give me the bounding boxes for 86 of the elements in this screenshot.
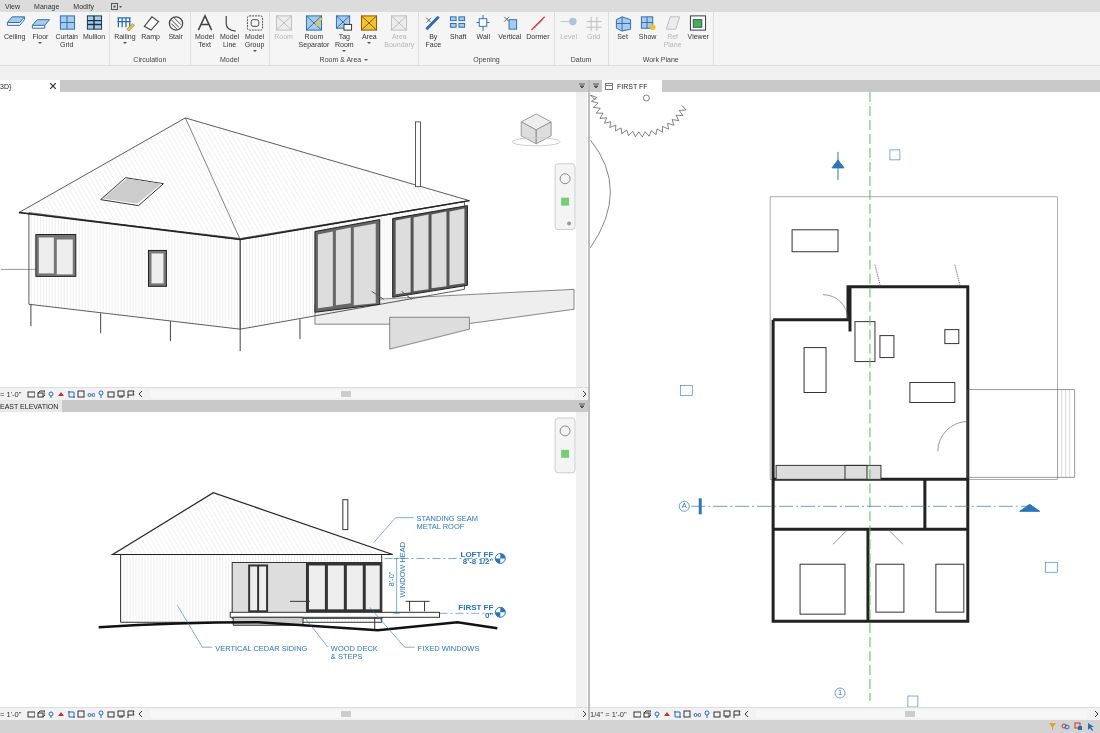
vertical-scrollbar[interactable] bbox=[576, 92, 587, 387]
screen-icon[interactable] bbox=[722, 710, 731, 718]
cross-box-icon bbox=[303, 14, 324, 32]
circle-mark bbox=[643, 94, 650, 102]
leader-line bbox=[373, 517, 414, 543]
dimension-line bbox=[393, 558, 400, 614]
close-icon bbox=[50, 83, 56, 89]
leader-line bbox=[177, 605, 213, 648]
crop-region-icon[interactable] bbox=[77, 390, 86, 398]
crop-icon[interactable] bbox=[672, 710, 681, 718]
vertical-scrollbar[interactable] bbox=[576, 412, 587, 707]
frame-icon[interactable] bbox=[632, 710, 641, 718]
leader-line bbox=[305, 619, 329, 648]
link-icon[interactable] bbox=[1061, 722, 1070, 731]
camera-icon[interactable] bbox=[712, 710, 721, 718]
area-icon bbox=[359, 14, 380, 32]
crop-region-icon[interactable] bbox=[77, 710, 86, 718]
view-cube-icon[interactable] bbox=[511, 113, 561, 147]
pin-icon[interactable] bbox=[97, 390, 106, 398]
grid-lines-icon bbox=[583, 14, 604, 32]
level-name: FIRST FF bbox=[458, 603, 494, 613]
panel-menu-icon[interactable] bbox=[579, 83, 585, 89]
glasses-icon[interactable] bbox=[692, 710, 701, 718]
level-elevation: 8'-8 1/2" bbox=[462, 557, 494, 567]
horizontal-scrollbar[interactable] bbox=[150, 710, 575, 718]
cross-box-icon bbox=[273, 14, 294, 32]
horizontal-scrollbar[interactable] bbox=[150, 390, 575, 398]
view-icon bbox=[605, 82, 613, 90]
cube-icon[interactable] bbox=[37, 390, 46, 398]
crop-region-icon[interactable] bbox=[682, 710, 691, 718]
pin-icon[interactable] bbox=[97, 710, 106, 718]
chevron-right-icon[interactable] bbox=[580, 710, 588, 718]
leader-line bbox=[369, 607, 415, 648]
grid-icon bbox=[84, 14, 105, 32]
chevron-right-icon[interactable] bbox=[580, 390, 588, 398]
tag-icon bbox=[889, 149, 901, 161]
shadow-icon[interactable] bbox=[57, 710, 66, 718]
level-elevation: 0" bbox=[485, 611, 494, 621]
tag-icon bbox=[1045, 561, 1058, 573]
caret-icon bbox=[252, 50, 257, 52]
caret-icon bbox=[367, 42, 372, 44]
tag-icon bbox=[907, 695, 919, 707]
pointer-icon[interactable] bbox=[1087, 722, 1096, 731]
chevron-right-icon[interactable] bbox=[1092, 710, 1100, 718]
glasses-icon[interactable] bbox=[87, 390, 96, 398]
select-icon[interactable] bbox=[1074, 722, 1083, 731]
panel-menu-icon[interactable] bbox=[593, 83, 599, 89]
railing-icon bbox=[114, 14, 135, 32]
shadow-icon[interactable] bbox=[662, 710, 671, 718]
section-mark-icon bbox=[831, 151, 845, 181]
chevron-left-icon[interactable] bbox=[742, 710, 751, 718]
scroll-thumb[interactable] bbox=[341, 391, 352, 397]
horizontal-scrollbar[interactable] bbox=[755, 710, 1087, 718]
cross-box-icon bbox=[389, 14, 410, 32]
crop-icon[interactable] bbox=[67, 390, 76, 398]
flag-icon[interactable] bbox=[732, 710, 741, 718]
shadow-icon[interactable] bbox=[57, 390, 66, 398]
level-line bbox=[439, 613, 493, 614]
camera-icon[interactable] bbox=[107, 390, 116, 398]
scroll-thumb[interactable] bbox=[341, 711, 352, 717]
screen-icon[interactable] bbox=[117, 390, 126, 398]
level-name: LOFT FF bbox=[460, 549, 494, 559]
caret-icon bbox=[364, 59, 369, 61]
camera-icon[interactable] bbox=[107, 710, 116, 718]
scroll-thumb[interactable] bbox=[904, 711, 915, 717]
tag-icon bbox=[679, 385, 693, 396]
panel-menu-icon[interactable] bbox=[579, 403, 585, 409]
cube-icon[interactable] bbox=[642, 710, 651, 718]
pin-icon[interactable] bbox=[702, 710, 711, 718]
caret-icon bbox=[38, 42, 43, 44]
level-marker-icon bbox=[494, 553, 506, 564]
frame-icon[interactable] bbox=[27, 710, 36, 718]
section-mark-icon bbox=[1019, 503, 1041, 512]
caret-icon bbox=[342, 50, 347, 52]
grid-end-mark bbox=[698, 498, 702, 515]
level-marker-icon bbox=[494, 606, 506, 618]
flag-icon[interactable] bbox=[127, 710, 136, 718]
frame-icon[interactable] bbox=[27, 390, 36, 398]
crop-icon[interactable] bbox=[67, 710, 76, 718]
caret-icon bbox=[122, 42, 127, 44]
group-icon bbox=[244, 14, 265, 32]
screen-icon[interactable] bbox=[117, 710, 126, 718]
glasses-icon[interactable] bbox=[87, 710, 96, 718]
cube-icon[interactable] bbox=[37, 710, 46, 718]
dropdown-icon[interactable] bbox=[110, 2, 123, 10]
flag-icon[interactable] bbox=[127, 390, 136, 398]
